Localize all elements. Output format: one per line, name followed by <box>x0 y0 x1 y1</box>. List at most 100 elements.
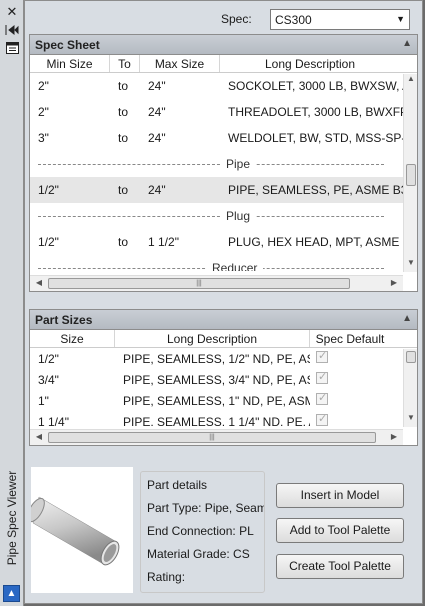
scroll-up-icon[interactable]: ▲ <box>404 74 418 88</box>
spec-sheet-columns: Min Size To Max Size Long Description <box>30 55 417 73</box>
collapse-icon[interactable]: ▲ <box>402 313 412 324</box>
scroll-left-icon[interactable]: ◀ <box>32 278 46 287</box>
pipe-spec-viewer-panel: Spec: CS300 ▼ Spec Sheet ▲ Min Size To M… <box>24 0 423 604</box>
col-min-size[interactable]: Min Size <box>30 55 110 72</box>
cell-max: 24" <box>148 131 166 145</box>
cell-max: 24" <box>148 79 166 93</box>
col-long-description[interactable]: Long Description <box>220 55 400 72</box>
spec-sheet-vscroll[interactable]: ▲ ▼ <box>403 74 417 272</box>
group-separator: Reducer <box>30 255 404 271</box>
cell-desc: PIPE, SEAMLESS, PE, ASME B36.1 <box>228 183 404 197</box>
cell-to: to <box>118 79 129 93</box>
part-details-title: Part details <box>147 478 208 492</box>
part-sizes-title: Part Sizes <box>35 313 93 327</box>
spec-selector-row: Spec: CS300 ▼ <box>25 9 422 31</box>
scroll-right-icon[interactable]: ▶ <box>387 278 401 287</box>
chevron-down-icon: ▼ <box>396 14 405 24</box>
part-sizes-header[interactable]: Part Sizes ▲ <box>30 310 417 330</box>
scroll-down-icon[interactable]: ▼ <box>404 258 418 272</box>
part-sizes-vscroll[interactable]: ▼ <box>403 349 417 427</box>
palette-title-text: Pipe Spec Viewer <box>5 470 19 566</box>
cell-spec-default <box>310 393 390 408</box>
cell-desc: PIPE, SEAMLESS, 3/4" ND, PE, ASME <box>123 372 310 387</box>
cell-spec-default <box>310 351 390 366</box>
cell-to: to <box>118 105 129 119</box>
scroll-thumb[interactable] <box>406 164 416 186</box>
table-row[interactable]: 3/4" PIPE, SEAMLESS, 3/4" ND, PE, ASME <box>30 369 404 390</box>
cell-desc: PIPE, SEAMLESS, 1/2" ND, PE, ASME <box>123 351 310 366</box>
group-separator: Plug <box>30 203 404 229</box>
auto-hide-icon[interactable] <box>4 23 20 37</box>
cell-to: to <box>118 183 129 197</box>
pipe-preview-image <box>27 467 133 593</box>
cell-desc: PIPE, SEAMLESS, 1 1/4" ND, PE, ASM <box>123 414 310 427</box>
spec-default-checkbox[interactable] <box>316 414 328 426</box>
table-row[interactable]: 3" to 24" WELDOLET, BW, STD, MSS-SP-97 <box>30 125 404 151</box>
group-label: Plug <box>220 209 257 223</box>
cell-size: 1/2" <box>38 351 59 366</box>
table-row[interactable]: 2" to 24" THREADOLET, 3000 LB, BWXFPT, <box>30 99 404 125</box>
cell-max: 24" <box>148 105 166 119</box>
spec-sheet-hscroll[interactable]: ◀ ||| ▶ <box>30 275 403 291</box>
table-row[interactable]: 1 1/4" PIPE, SEAMLESS, 1 1/4" ND, PE, ASM <box>30 411 404 426</box>
cell-size: 1 1/4" <box>38 414 69 427</box>
scroll-thumb[interactable] <box>406 351 416 363</box>
autocad-icon[interactable]: ▲ <box>3 585 20 602</box>
group-label: Pipe <box>220 157 257 171</box>
material-grade-text: Material Grade: CS <box>147 547 250 561</box>
cell-min: 3" <box>38 131 49 145</box>
cell-size: 1" <box>38 393 49 408</box>
spec-dropdown[interactable]: CS300 ▼ <box>270 9 410 30</box>
table-row[interactable]: 1/2" PIPE, SEAMLESS, 1/2" ND, PE, ASME <box>30 348 404 369</box>
col-max-size[interactable]: Max Size <box>140 55 220 72</box>
cell-spec-default <box>310 372 390 387</box>
col-spec-default[interactable]: Spec Default <box>310 330 390 347</box>
cell-max: 1 1/2" <box>148 235 179 249</box>
cell-min: 2" <box>38 105 49 119</box>
part-sizes-hscroll[interactable]: ◀ ||| ▶ <box>30 429 403 445</box>
scroll-down-icon[interactable]: ▼ <box>404 413 418 427</box>
col-size[interactable]: Size <box>30 330 115 347</box>
rating-text: Rating: <box>147 570 186 584</box>
cell-min: 2" <box>38 79 49 93</box>
cell-desc: PLUG, HEX HEAD, MPT, ASME B1 <box>228 235 404 249</box>
part-sizes-section: Part Sizes ▲ Size Long Description Spec … <box>29 309 418 446</box>
add-to-tool-palette-button[interactable]: Add to Tool Palette <box>276 518 404 543</box>
group-separator: Pipe <box>30 151 404 177</box>
close-icon[interactable]: ✕ <box>4 4 20 19</box>
part-sizes-columns: Size Long Description Spec Default <box>30 330 417 348</box>
cell-min: 1/2" <box>38 235 59 249</box>
part-sizes-rows: 1/2" PIPE, SEAMLESS, 1/2" ND, PE, ASME 3/4… <box>30 348 404 426</box>
spec-sheet-title: Spec Sheet <box>35 38 100 52</box>
spec-default-checkbox[interactable] <box>316 351 328 363</box>
scroll-right-icon[interactable]: ▶ <box>387 432 401 441</box>
end-connection-text: End Connection: PL <box>147 524 254 538</box>
table-row[interactable]: 2" to 24" SOCKOLET, 3000 LB, BWXSW, AS <box>30 73 404 99</box>
cell-desc: SOCKOLET, 3000 LB, BWXSW, AS <box>228 79 404 93</box>
cell-min: 1/2" <box>38 183 59 197</box>
cell-desc: WELDOLET, BW, STD, MSS-SP-97 <box>228 131 404 145</box>
cell-to: to <box>118 235 129 249</box>
spec-sheet-rows: 2" to 24" SOCKOLET, 3000 LB, BWXSW, AS 2" to 2… <box>30 73 404 271</box>
spec-dropdown-value: CS300 <box>275 13 312 27</box>
palette-title: Pipe Spec Viewer <box>2 458 22 578</box>
col-to[interactable]: To <box>110 55 140 72</box>
scroll-left-icon[interactable]: ◀ <box>32 432 46 441</box>
cell-spec-default <box>310 414 390 426</box>
hscroll-thumb[interactable]: ||| <box>48 278 350 289</box>
spec-default-checkbox[interactable] <box>316 393 328 405</box>
cell-size: 3/4" <box>38 372 59 387</box>
table-row[interactable]: 1/2" to 1 1/2" PLUG, HEX HEAD, MPT, ASME B1 <box>30 229 404 255</box>
hscroll-thumb[interactable]: ||| <box>48 432 376 443</box>
cell-max: 24" <box>148 183 166 197</box>
palette-title-strip: ✕ Pipe Spec Viewer ▲ <box>0 0 24 606</box>
table-row[interactable]: 1/2" to 24" PIPE, SEAMLESS, PE, ASME B36.1 <box>30 177 404 203</box>
properties-icon[interactable] <box>4 41 20 55</box>
col-long-description[interactable]: Long Description <box>115 330 310 347</box>
table-row[interactable]: 1" PIPE, SEAMLESS, 1" ND, PE, ASME B <box>30 390 404 411</box>
spec-sheet-header[interactable]: Spec Sheet ▲ <box>30 35 417 55</box>
create-tool-palette-button[interactable]: Create Tool Palette <box>276 554 404 579</box>
spec-default-checkbox[interactable] <box>316 372 328 384</box>
collapse-icon[interactable]: ▲ <box>402 38 412 49</box>
insert-in-model-button[interactable]: Insert in Model <box>276 483 404 508</box>
